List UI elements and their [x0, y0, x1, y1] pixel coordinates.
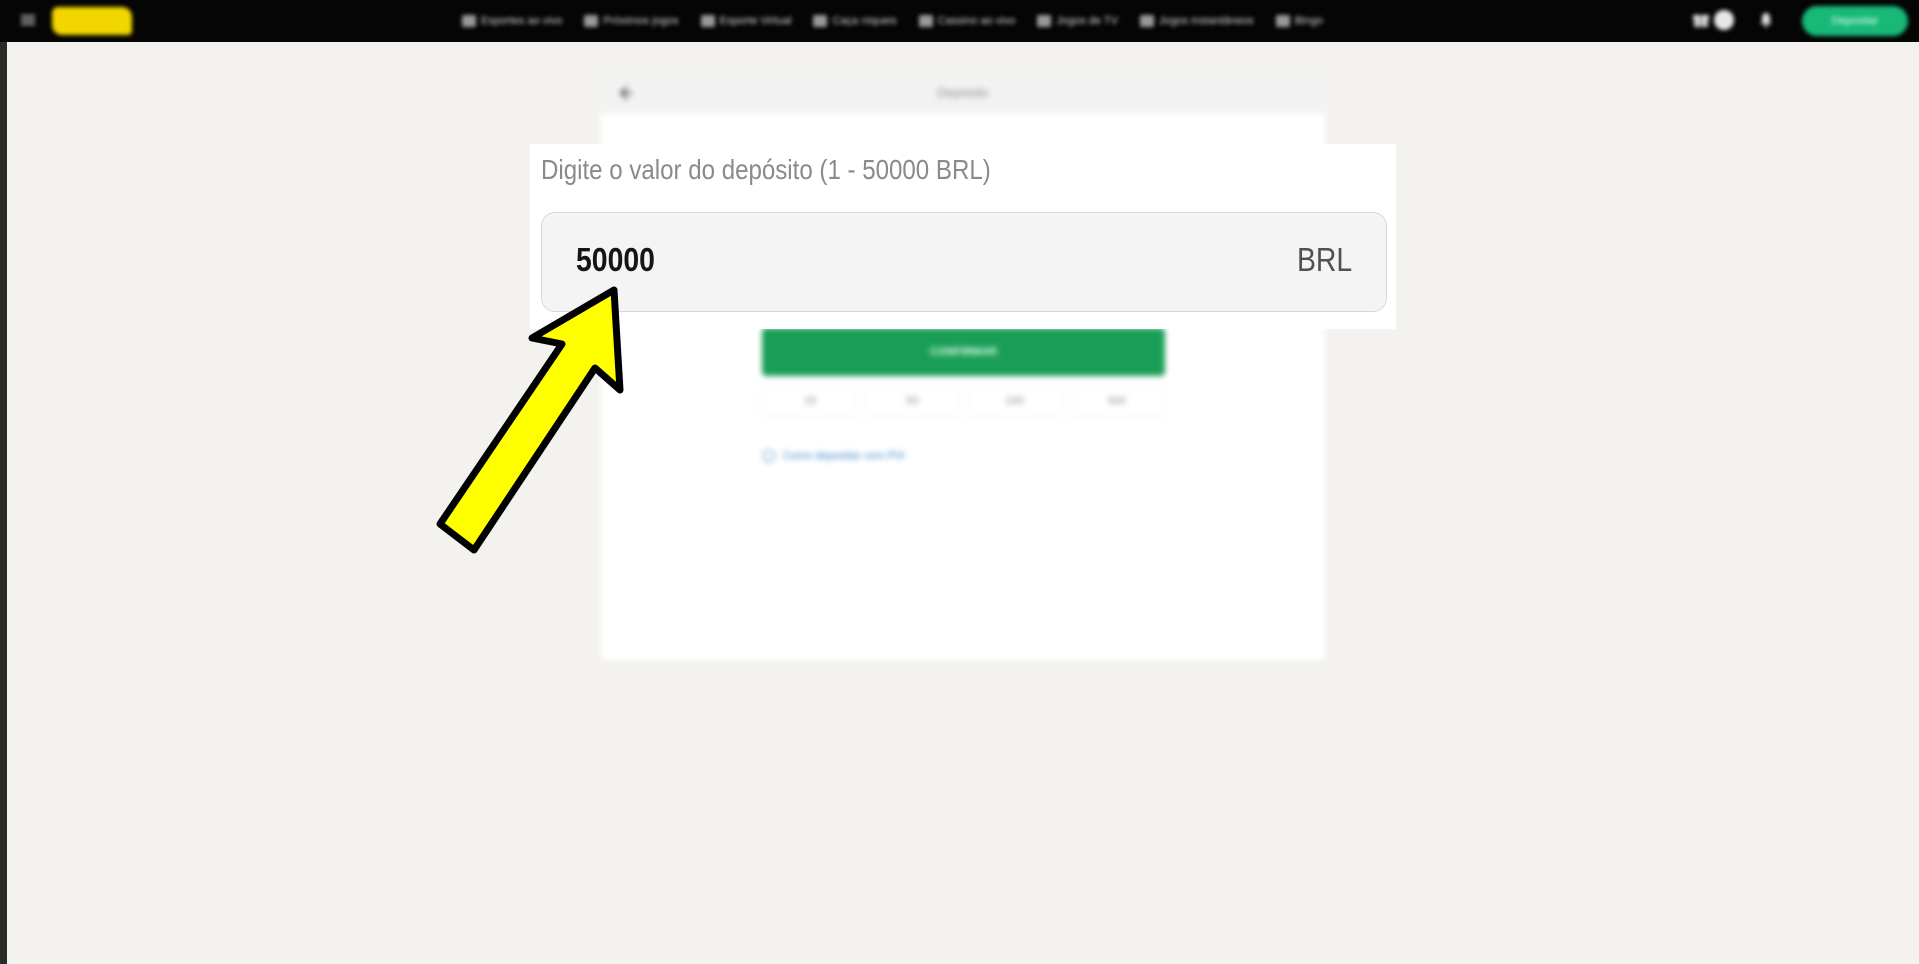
deposit-button[interactable]: Depositar	[1802, 6, 1908, 36]
info-icon	[763, 450, 775, 462]
live-icon	[462, 15, 476, 27]
quick-amount-chip[interactable]: 500	[1068, 386, 1165, 416]
tv-icon	[1037, 15, 1052, 27]
nav-item-label: Caça níqueis	[832, 15, 897, 27]
back-arrow-icon[interactable]	[617, 84, 635, 102]
confirm-button[interactable]: CONFIRMAR	[762, 328, 1165, 376]
nav-item-label: Esporte Virtual	[719, 15, 792, 27]
nav-item-tv-games[interactable]: Jogos de TV	[1037, 15, 1118, 27]
avatar[interactable]	[1714, 10, 1734, 30]
nav-item-instant-games[interactable]: Jogos instantâneos	[1139, 15, 1254, 27]
calendar-icon	[584, 15, 599, 27]
nav-item-label: Cassino ao vivo	[937, 15, 1016, 27]
nav-item-label: Bingo	[1294, 15, 1323, 27]
deposit-amount-zoom: Digite o valor do depósito (1 - 50000 BR…	[530, 144, 1396, 329]
panel-title: Depósito	[937, 85, 989, 100]
bell-icon[interactable]	[1758, 12, 1774, 28]
nav-item-label: Jogos instantâneos	[1158, 15, 1254, 27]
gift-icon[interactable]	[1692, 11, 1710, 29]
nav-item-live-sports[interactable]: Esportes ao vivo	[462, 15, 562, 27]
nav-item-bingo[interactable]: Bingo	[1275, 15, 1323, 27]
nav-item-label: Jogos de TV	[1056, 15, 1118, 27]
nav-item-label: Esportes ao vivo	[481, 15, 563, 27]
yellow-arrow-annotation	[436, 286, 624, 554]
site-logo[interactable]	[52, 7, 132, 35]
deposit-help-link[interactable]: Como depositar com PIX	[763, 450, 905, 462]
nav-item-virtual-sports[interactable]: Esporte Virtual	[700, 15, 792, 27]
monitor-icon	[700, 15, 715, 27]
panel-header: Depósito	[601, 72, 1325, 114]
nav-item-slots[interactable]: Caça níqueis	[813, 15, 897, 27]
deposit-amount-label: Digite o valor do depósito (1 - 50000 BR…	[541, 154, 991, 185]
nav-item-live-casino[interactable]: Cassino ao vivo	[918, 15, 1016, 27]
quick-amounts: 15 50 100 500	[762, 386, 1165, 416]
left-edge	[0, 42, 7, 964]
quick-amount-chip[interactable]: 100	[966, 386, 1063, 416]
help-link-label: Como depositar com PIX	[783, 450, 906, 462]
top-navigation-bar: Esportes ao vivo Próximos jogos Esporte …	[0, 0, 1919, 42]
slot-icon	[813, 15, 828, 27]
quick-amount-chip[interactable]: 15	[762, 386, 859, 416]
currency-label: BRL	[1296, 241, 1352, 278]
bingo-icon	[1275, 15, 1290, 27]
deposit-amount-input[interactable]: 50000 BRL	[541, 212, 1387, 312]
main-nav: Esportes ao vivo Próximos jogos Esporte …	[462, 10, 1323, 32]
nav-item-upcoming[interactable]: Próximos jogos	[584, 15, 679, 27]
casino-icon	[918, 15, 933, 27]
nav-item-label: Próximos jogos	[603, 15, 679, 27]
menu-icon[interactable]	[20, 12, 36, 28]
quick-amount-chip[interactable]: 50	[864, 386, 961, 416]
bolt-icon	[1139, 15, 1154, 27]
